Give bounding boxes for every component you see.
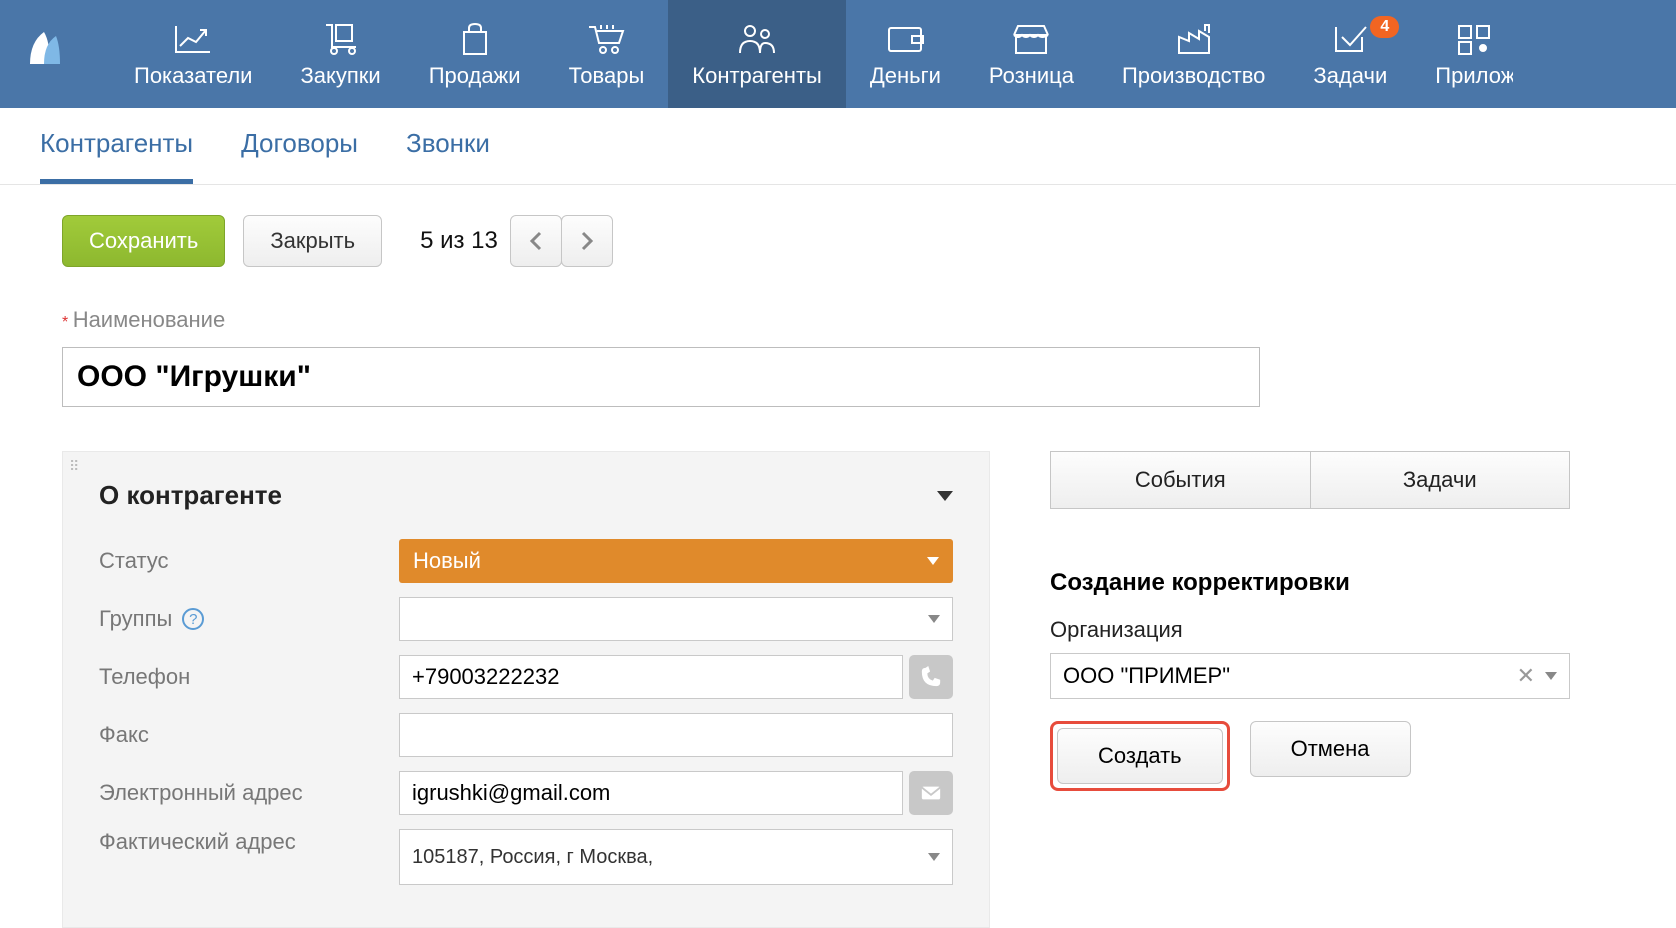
nav-apps[interactable]: Приложения	[1411, 0, 1513, 108]
email-label: Электронный адрес	[99, 780, 399, 806]
about-panel: ⠿ О контрагенте Статус Новый Группы ?	[62, 451, 990, 928]
panel-title: О контрагенте	[99, 480, 282, 511]
cancel-button[interactable]: Отмена	[1250, 721, 1411, 777]
chart-up-icon	[174, 19, 212, 59]
toolbar: Сохранить Закрыть 5 из 13	[0, 185, 1676, 297]
highlight-box: Создать	[1050, 721, 1230, 791]
check-icon	[1332, 19, 1368, 59]
create-button[interactable]: Создать	[1057, 728, 1223, 784]
nav-label: Деньги	[870, 63, 941, 89]
required-marker: *	[62, 314, 68, 331]
phone-call-button[interactable]	[909, 655, 953, 699]
nav-label: Продажи	[429, 63, 521, 89]
wallet-icon	[886, 19, 924, 59]
chevron-down-icon	[1545, 672, 1557, 680]
nav-label: Приложения	[1435, 63, 1513, 89]
fax-label: Факс	[99, 722, 399, 748]
chevron-down-icon	[928, 615, 940, 623]
phone-input[interactable]	[399, 655, 903, 699]
clear-icon[interactable]: ✕	[1517, 663, 1535, 689]
nav-indicators[interactable]: Показатели	[110, 0, 276, 108]
status-label: Статус	[99, 548, 399, 574]
apps-icon	[1456, 19, 1492, 59]
correction-section: Создание корректировки Организация ООО "…	[1050, 569, 1570, 791]
store-icon	[1012, 19, 1050, 59]
nav-label: Розница	[989, 63, 1074, 89]
name-label-row: * Наименование	[62, 307, 1614, 333]
subtab-contracts[interactable]: Договоры	[241, 128, 358, 184]
bag-icon	[458, 19, 492, 59]
chevron-down-icon	[927, 557, 939, 565]
nav-money[interactable]: Деньги	[846, 0, 965, 108]
email-input[interactable]	[399, 771, 903, 815]
org-label: Организация	[1050, 617, 1570, 643]
help-icon[interactable]: ?	[182, 608, 204, 630]
address-dropdown[interactable]: 105187, Россия, г Москва,	[399, 829, 953, 885]
nav-production[interactable]: Производство	[1098, 0, 1289, 108]
close-button[interactable]: Закрыть	[243, 215, 382, 267]
org-value: ООО "ПРИМЕР"	[1063, 663, 1230, 689]
status-dropdown[interactable]: Новый	[399, 539, 953, 583]
people-icon	[738, 19, 776, 59]
nav-purchases[interactable]: Закупки	[276, 0, 404, 108]
right-tabs: События Задачи	[1050, 451, 1570, 509]
pager-prev-button[interactable]	[510, 215, 562, 267]
nav-label: Производство	[1122, 63, 1265, 89]
app-logo	[20, 24, 80, 84]
subtab-counterparties[interactable]: Контрагенты	[40, 128, 193, 184]
nav-sales[interactable]: Продажи	[405, 0, 545, 108]
nav-label: Товары	[569, 63, 645, 89]
nav-goods[interactable]: Товары	[545, 0, 669, 108]
top-nav: Показатели Закупки Продажи Товары Контра…	[0, 0, 1676, 108]
tab-tasks[interactable]: Задачи	[1311, 451, 1571, 509]
name-input[interactable]	[62, 347, 1260, 407]
form-area: * Наименование	[0, 297, 1676, 417]
groups-dropdown[interactable]	[399, 597, 953, 641]
pager: 5 из 13	[420, 215, 613, 267]
nav-retail[interactable]: Розница	[965, 0, 1098, 108]
nav-label: Показатели	[134, 63, 252, 89]
nav-label: Контрагенты	[692, 63, 822, 89]
panel-collapse-icon[interactable]	[937, 491, 953, 501]
factory-icon	[1175, 19, 1213, 59]
nav-label: Задачи	[1313, 63, 1387, 89]
left-column: ⠿ О контрагенте Статус Новый Группы ?	[62, 451, 990, 928]
tab-events[interactable]: События	[1050, 451, 1311, 509]
tasks-badge: 4	[1370, 16, 1399, 38]
right-column: События Задачи Создание корректировки Ор…	[1050, 451, 1570, 928]
subtab-calls[interactable]: Звонки	[406, 128, 490, 184]
address-label: Фактический адрес	[99, 829, 399, 855]
groups-label: Группы ?	[99, 606, 399, 632]
phone-label: Телефон	[99, 664, 399, 690]
org-dropdown[interactable]: ООО "ПРИМЕР" ✕	[1050, 653, 1570, 699]
section-title: Создание корректировки	[1050, 569, 1570, 597]
nav-tasks[interactable]: 4 Задачи	[1289, 0, 1411, 108]
send-email-button[interactable]	[909, 771, 953, 815]
chevron-down-icon	[928, 853, 940, 861]
fax-input[interactable]	[399, 713, 953, 757]
name-label: Наименование	[73, 307, 226, 332]
save-button[interactable]: Сохранить	[62, 215, 225, 267]
cart-icon	[587, 19, 625, 59]
handtruck-icon	[322, 19, 360, 59]
drag-handle-icon[interactable]: ⠿	[69, 458, 79, 475]
nav-label: Закупки	[300, 63, 380, 89]
pager-next-button[interactable]	[561, 215, 613, 267]
nav-counterparties[interactable]: Контрагенты	[668, 0, 846, 108]
status-value: Новый	[413, 548, 481, 574]
pager-text: 5 из 13	[420, 227, 498, 255]
sub-nav: Контрагенты Договоры Звонки	[0, 108, 1676, 185]
columns: ⠿ О контрагенте Статус Новый Группы ?	[0, 417, 1676, 928]
address-value: 105187, Россия, г Москва,	[412, 846, 653, 869]
